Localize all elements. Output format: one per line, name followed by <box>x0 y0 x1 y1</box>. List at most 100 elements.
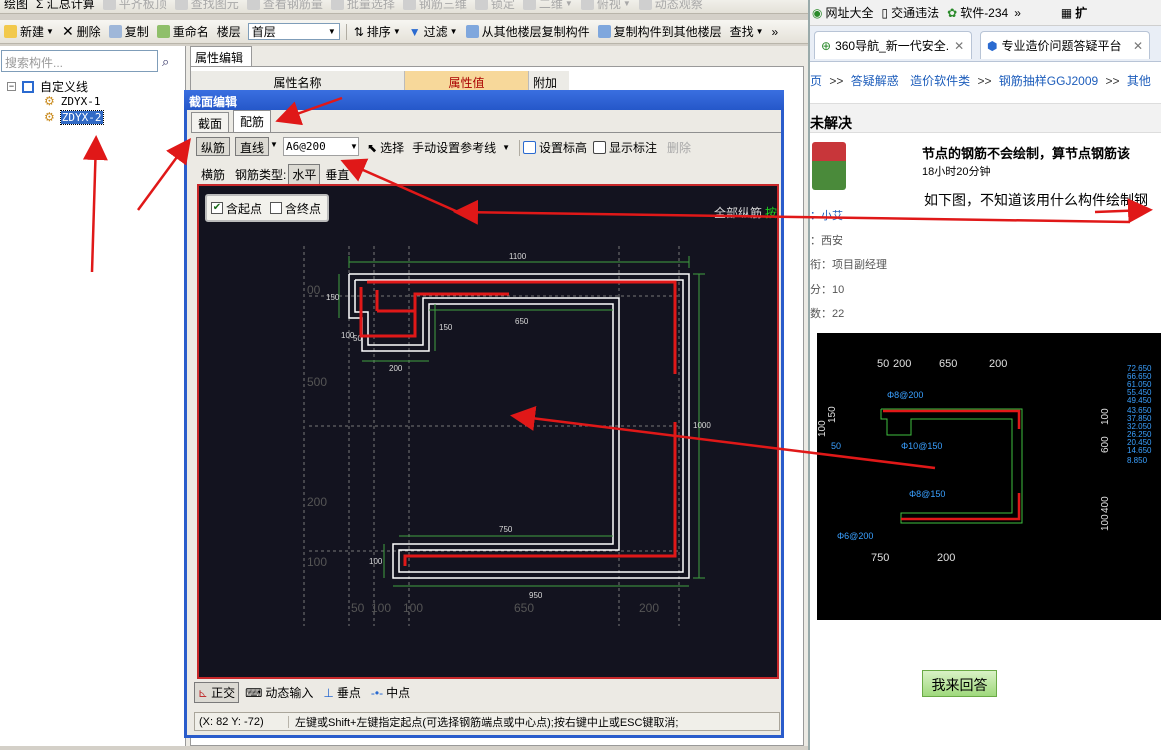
component-tree-panel: 搜索构件... ⌕ − 自定义线 ⚙ ZDYX-1 ⚙ ZDYX-2 <box>0 46 186 746</box>
extension-label[interactable]: 扩 <box>1075 4 1087 21</box>
dynamic-input-label: 动态输入 <box>265 686 314 700</box>
question-image[interactable]: 50 200 650 200 750 200 Φ10@150 Φ8@150 Φ6… <box>817 333 1161 620</box>
separator <box>345 23 347 40</box>
tab-rebar[interactable]: 配筋 <box>233 110 272 132</box>
chevron-down-icon[interactable]: ▼ <box>270 140 278 149</box>
delete-button[interactable]: ✕ 删除 <box>58 22 105 42</box>
grid-icon[interactable]: ▦ <box>1061 6 1072 20</box>
tree-item-zdyx-2[interactable]: ⚙ ZDYX-2 <box>44 109 104 125</box>
find-button[interactable]: 查找 ▼ <box>726 22 768 42</box>
bottom-label-100b: 100 <box>403 601 423 615</box>
divider <box>191 132 781 133</box>
chevron-down-icon: ▼ <box>449 27 458 36</box>
crumb-ggj[interactable]: 钢筋抽样GGJ2009 <box>999 74 1098 88</box>
tab-property-edit[interactable]: 属性编辑 <box>190 46 252 66</box>
software-icon: ✿ <box>947 5 958 20</box>
snap-toolbar: ⊾ 正交 ⌨ 动态输入 ⊥ 垂点 -•- 中点 <box>194 682 410 703</box>
batch-select-button[interactable]: 批量选择 <box>327 0 399 13</box>
long-rebar-button[interactable]: 纵筋 <box>196 137 231 156</box>
summary-calc-button[interactable]: Σ 汇总计算 <box>32 0 99 13</box>
label-icon <box>593 141 607 154</box>
question-title[interactable]: 节点的钢筋不会绘制，算节点钢筋该 <box>922 143 1130 162</box>
set-elevation-button[interactable]: 设置标高 <box>539 139 587 156</box>
crumb-other[interactable]: 其他 <box>1127 74 1151 88</box>
dim-1100: 1100 <box>509 252 527 261</box>
copy-button[interactable]: 复制 <box>105 22 153 42</box>
copy-to-floor-button[interactable]: 复制构件到其他楼层 <box>594 22 726 42</box>
floor-select[interactable]: 首层 ▼ <box>247 23 340 40</box>
draw-button[interactable]: 绘图 <box>0 0 32 13</box>
search-icon[interactable]: ⌕ <box>162 54 169 70</box>
dynamic-input-toggle[interactable]: ⌨ 动态输入 <box>245 684 313 701</box>
copy-from-floor-button[interactable]: 从其他楼层复制构件 <box>462 22 594 42</box>
search-input[interactable]: 搜索构件... <box>1 50 158 72</box>
crumb-qa[interactable]: 答疑解惑 <box>851 74 899 88</box>
lock-button[interactable]: 锁定 <box>471 0 519 13</box>
fav-software-label: 软件-234 <box>960 6 1009 20</box>
perpendicular-toggle[interactable]: ⊥ 垂点 <box>323 684 360 701</box>
ortho-toggle[interactable]: ⊾ 正交 <box>194 682 240 703</box>
fav-web-directory[interactable]: ◉ 网址大全 <box>812 4 874 21</box>
vertical-button[interactable]: 垂直 <box>325 166 349 183</box>
close-icon[interactable]: ✕ <box>1133 39 1143 53</box>
sort-button[interactable]: ⇅ 排序 ▼ <box>350 22 405 42</box>
avatar[interactable] <box>812 142 846 190</box>
rebar-spec-input[interactable]: A6@200 <box>283 137 359 156</box>
gear-icon: ⚙ <box>44 110 55 124</box>
manual-ref-button[interactable]: 手动设置参考线 <box>412 139 496 156</box>
line-button[interactable]: 直线 <box>235 137 270 156</box>
view-2d-dropdown[interactable]: 二维 ▼ <box>519 0 577 13</box>
drawing-canvas[interactable]: ✔ 含起点 含终点 全部纵筋按 1100 150 650 150 100 50 … <box>197 184 779 679</box>
chevron-down-icon[interactable]: ▼ <box>350 142 358 151</box>
ref-elev-11: 8.850 <box>1127 456 1148 465</box>
fav-traffic[interactable]: ▯ 交通违法 <box>882 4 940 21</box>
cursor-icon: ⬉ <box>367 140 378 155</box>
tree-root[interactable]: − 自定义线 <box>7 78 88 95</box>
top-view-dropdown[interactable]: 俯视 ▼ <box>577 0 635 13</box>
browser-tab-360[interactable]: ⊕ 360导航_新一代安全... ✕ <box>814 31 972 59</box>
show-label-button[interactable]: 显示标注 <box>609 139 657 156</box>
dynamic-view-label: 动态观察 <box>654 0 703 11</box>
find-icon <box>174 0 188 10</box>
dialog-title: 截面编辑 <box>184 90 784 110</box>
rebar-type-row: 横筋 钢筋类型: 水平 垂直 <box>201 164 349 185</box>
select-button[interactable]: 选择 <box>380 139 404 156</box>
copy-to-icon <box>597 25 611 38</box>
crumb-sep: >> <box>977 74 992 88</box>
close-icon[interactable]: ✕ <box>954 39 964 53</box>
filter-icon: ▼ <box>408 24 421 39</box>
tab-section[interactable]: 截面 <box>191 112 230 132</box>
browser-tab-qa[interactable]: ⬢ 专业造价问题答疑平台 ✕ <box>980 31 1150 59</box>
lock-label: 锁定 <box>490 0 515 11</box>
keyboard-icon: ⌨ <box>245 685 263 700</box>
crumb-home[interactable]: 页 <box>810 74 822 88</box>
horizontal-button[interactable]: 水平 <box>288 164 321 185</box>
crumb-software[interactable]: 造价软件类 <box>910 74 970 88</box>
dynamic-view-button[interactable]: 动态观察 <box>635 0 707 13</box>
collapse-icon[interactable]: − <box>7 82 16 91</box>
midpoint-toggle[interactable]: -•- 中点 <box>371 684 410 701</box>
find-element-button[interactable]: 查找图元 <box>171 0 243 13</box>
delete-rebar-button[interactable]: 删除 <box>667 139 691 156</box>
rebar-3d-button[interactable]: 钢筋三维 <box>399 0 471 13</box>
align-slab-top-button[interactable]: 平齐板顶 <box>99 0 171 13</box>
asker-name[interactable]: ：小艾 <box>810 207 843 223</box>
grid-label-500: 500 <box>307 375 327 389</box>
lock-icon <box>474 0 488 10</box>
more-chevron-icon[interactable]: » <box>768 22 783 42</box>
tree-item-zdyx-1[interactable]: ⚙ ZDYX-1 <box>44 94 101 108</box>
new-button[interactable]: 新建 ▼ <box>0 22 58 42</box>
more-chevron-icon[interactable]: » <box>1014 6 1021 20</box>
section-drawing: 1100 150 650 150 100 50 200 1000 750 100… <box>303 246 711 626</box>
filter-button[interactable]: ▼ 过滤 ▼ <box>405 22 462 42</box>
chevron-down-icon[interactable]: ▼ <box>502 143 510 152</box>
dim-750: 750 <box>499 525 513 534</box>
reply-button[interactable]: 我来回答 <box>922 670 997 697</box>
find-element-label: 查找图元 <box>190 0 239 11</box>
asker-count: 数：22 <box>810 308 845 320</box>
fav-software[interactable]: ✿ 软件-234 <box>947 4 1008 21</box>
transverse-button[interactable]: 横筋 <box>201 166 225 183</box>
view-rebar-qty-button[interactable]: 查看钢筋量 <box>243 0 327 13</box>
ref-note-1: Φ10@150 <box>901 441 942 451</box>
rename-button[interactable]: 重命名 <box>153 22 213 42</box>
